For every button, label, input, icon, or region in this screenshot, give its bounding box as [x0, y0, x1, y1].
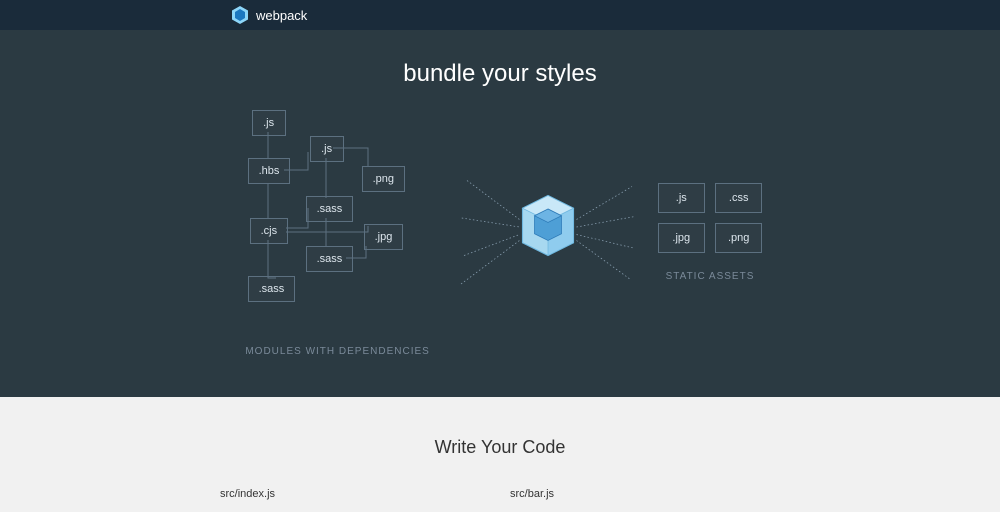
outputs-caption: STATIC ASSETS [666, 271, 755, 282]
bundle-diagram: .js .js .hbs .png .sass .cjs .jpg .sass … [0, 108, 1000, 357]
modules-graph: .js .js .hbs .png .sass .cjs .jpg .sass … [238, 108, 438, 328]
module-node: .jpg [364, 224, 404, 250]
module-node: .hbs [248, 158, 291, 184]
file-label: src/bar.js [510, 488, 780, 500]
hero-title: bundle your styles [0, 60, 1000, 88]
output-node: .png [715, 223, 762, 253]
bundler-cube [458, 173, 638, 293]
logo-text: webpack [256, 8, 307, 23]
output-node: .js [658, 183, 705, 213]
header: webpack [0, 0, 1000, 30]
module-node: .sass [306, 246, 354, 272]
module-node: .png [362, 166, 405, 192]
modules-caption: MODULES WITH DEPENDENCIES [245, 346, 429, 357]
logo[interactable]: webpack [230, 5, 307, 25]
webpack-logo-icon [230, 5, 250, 25]
module-node: .cjs [250, 218, 289, 244]
outputs-grid: .js .css .jpg .png [658, 183, 763, 253]
section-title: Write Your Code [0, 437, 1000, 458]
hero-section: bundle your styles [0, 30, 1000, 397]
code-section: Write Your Code src/index.js src/bar.js [0, 397, 1000, 512]
output-node: .css [715, 183, 762, 213]
module-node: .js [310, 136, 344, 162]
file-label: src/index.js [220, 488, 490, 500]
module-node: .sass [306, 196, 354, 222]
output-node: .jpg [658, 223, 705, 253]
module-node: .sass [248, 276, 296, 302]
module-node: .js [252, 110, 286, 136]
